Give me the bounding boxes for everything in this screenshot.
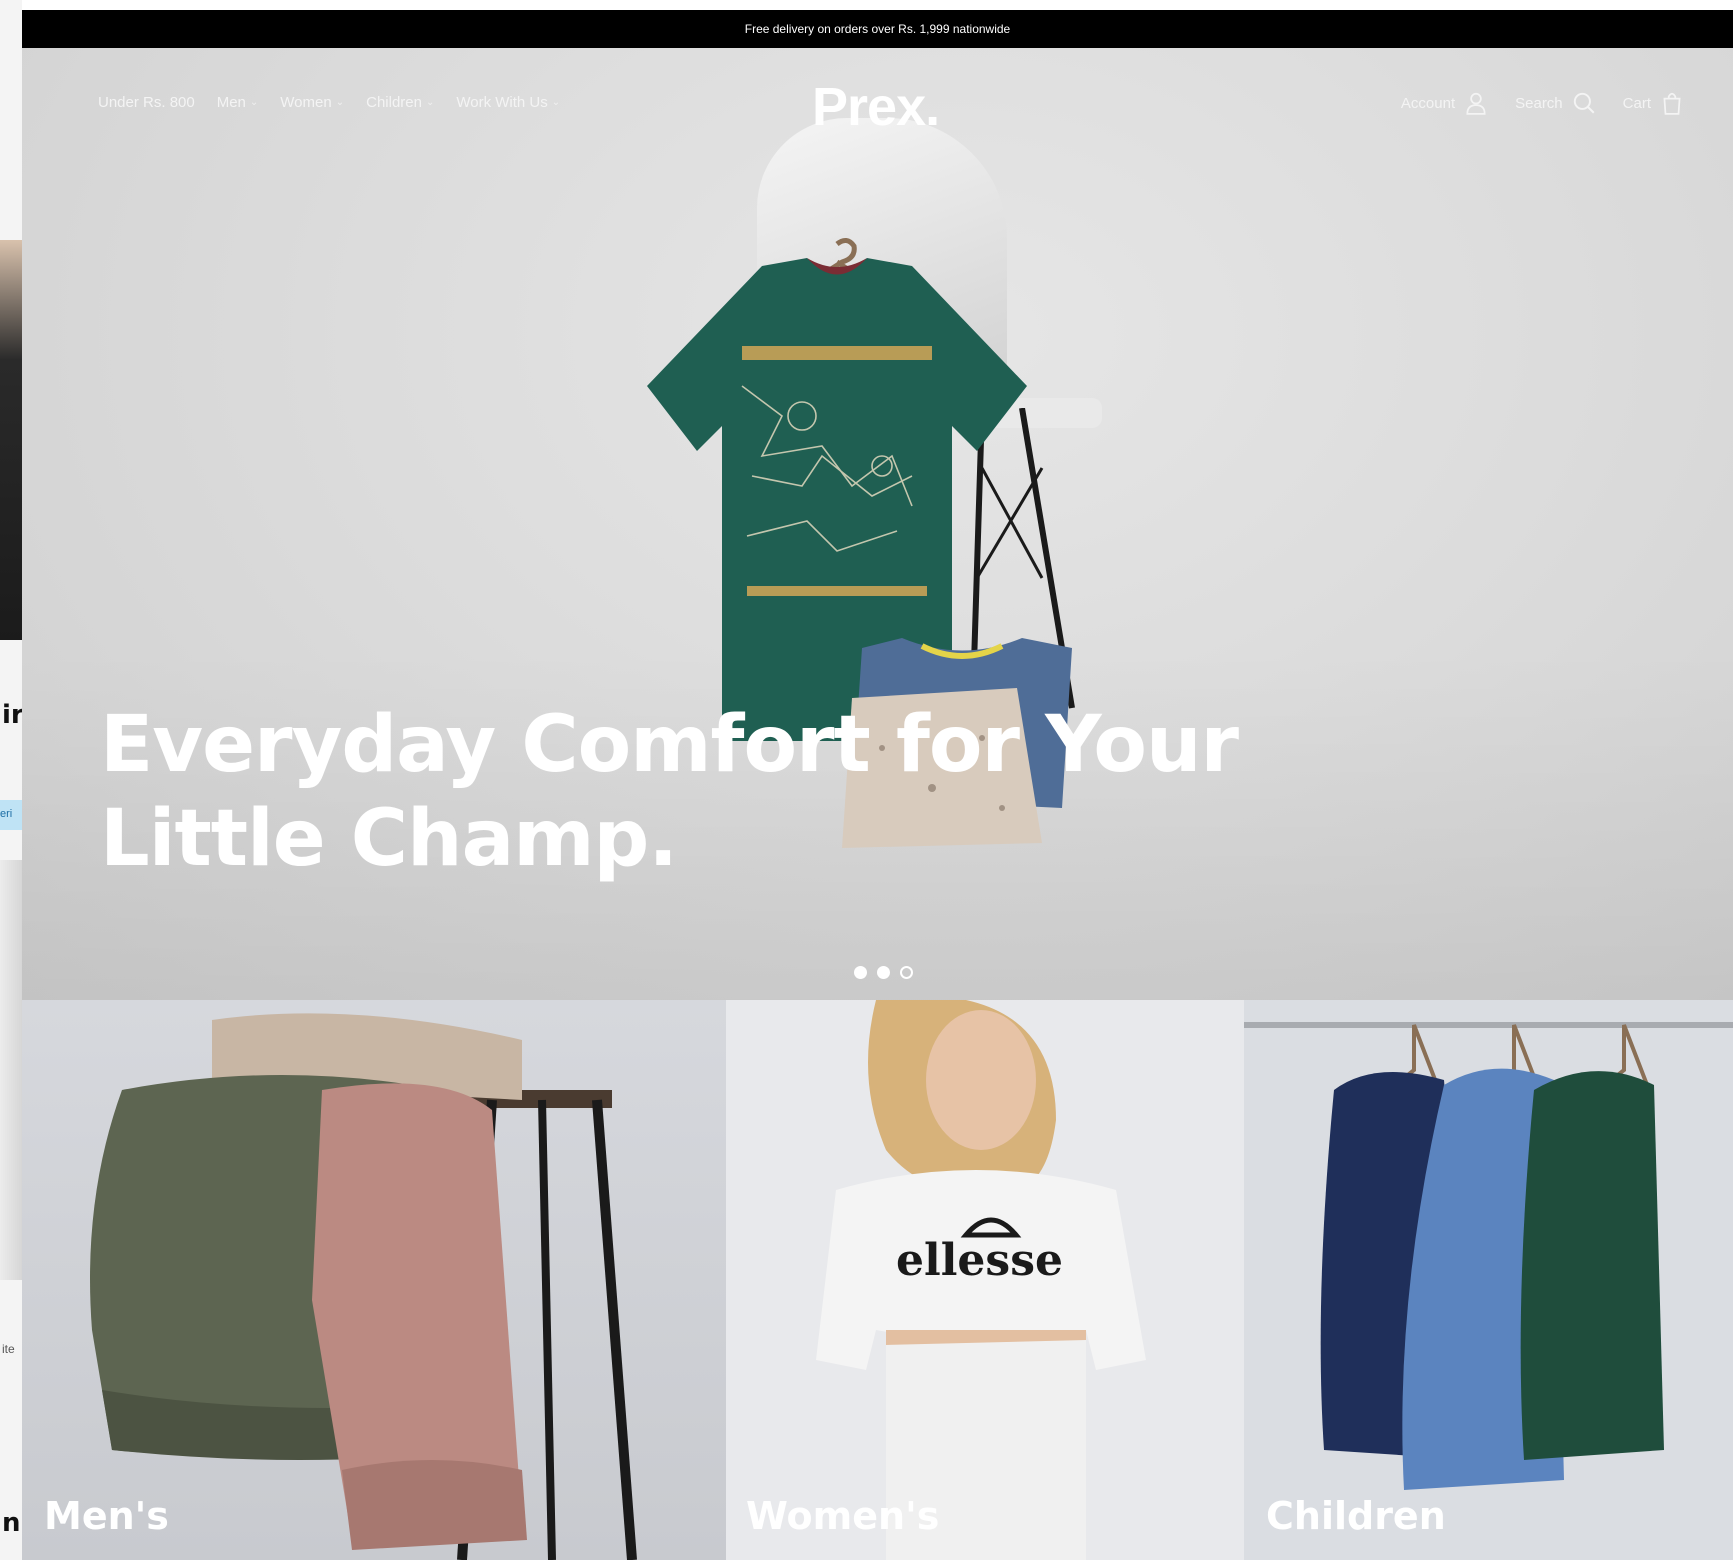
header-utilities: Account Search Cart	[1401, 90, 1685, 116]
nav-label: Under Rs. 800	[98, 94, 195, 111]
user-icon	[1466, 92, 1486, 115]
nav-work-with-us[interactable]: Work With Us ⌄	[456, 94, 560, 111]
announcement-text: Free delivery on orders over Rs. 1,999 n…	[744, 22, 1011, 36]
hero-heading-line-2: Little Champ.	[100, 794, 678, 884]
cart-link[interactable]: Cart	[1623, 90, 1685, 116]
account-label: Account	[1400, 94, 1456, 112]
nav-under-800[interactable]: Under Rs. 800	[98, 94, 195, 111]
adjacent-badge-fragment: eri	[0, 800, 22, 830]
hero-heading-line-1: Everyday Comfort for Your	[100, 700, 1239, 790]
announcement-bar: Free delivery on orders over Rs. 1,999 n…	[22, 10, 1733, 48]
account-link[interactable]: Account	[1401, 90, 1489, 116]
search-link[interactable]: Search	[1515, 90, 1597, 116]
womens-model-image: ellesse	[816, 1000, 1146, 1560]
store-page: Free delivery on orders over Rs. 1,999 n…	[22, 10, 1733, 1560]
category-label-children: Children	[1266, 1494, 1446, 1538]
cart-label: Cart	[1622, 94, 1651, 112]
nav-label: Women	[280, 94, 332, 111]
hero-heading: Everyday Comfort for Your Little Champ.	[100, 698, 1239, 886]
children-hoodies-image	[1244, 1022, 1733, 1490]
nav-label: Men	[216, 94, 246, 111]
search-icon	[1573, 92, 1595, 114]
brand-logo[interactable]: Prex.	[812, 76, 940, 138]
search-label: Search	[1515, 94, 1563, 112]
adjacent-photo	[0, 240, 22, 640]
adjacent-garment-photo	[0, 860, 22, 1280]
nav-women[interactable]: Women ⌄	[280, 94, 344, 111]
adjacent-page-fragment: ir eri ite n	[0, 0, 22, 1560]
nav-label: Work With Us	[456, 94, 548, 111]
chevron-down-icon: ⌄	[335, 97, 345, 108]
ellesse-logo-print: ellesse	[896, 1235, 1063, 1286]
category-tiles: Men's ellesse Women's Children	[22, 1000, 1733, 1560]
main-navigation: Under Rs. 800 Men ⌄ Women ⌄ Children ⌄ Work…	[98, 94, 560, 111]
mens-sweats-image	[90, 1013, 637, 1560]
nav-label: Children	[366, 94, 422, 111]
slideshow-pagination	[854, 966, 913, 979]
hero-slideshow[interactable]: Under Rs. 800 Men ⌄ Women ⌄ Children ⌄ Work…	[22, 48, 1733, 1000]
chevron-down-icon: ⌄	[551, 97, 561, 108]
category-tile-mens[interactable]: Men's	[22, 1000, 726, 1560]
slide-dot-3[interactable]	[900, 966, 913, 979]
category-tile-children[interactable]: Children	[1244, 1000, 1733, 1560]
category-label-mens: Men's	[44, 1494, 169, 1538]
adjacent-heading-fragment: ir	[2, 700, 22, 730]
nav-children[interactable]: Children ⌄	[366, 94, 434, 111]
chevron-down-icon: ⌄	[249, 97, 259, 108]
chevron-down-icon: ⌄	[425, 97, 435, 108]
slide-dot-1[interactable]	[854, 966, 867, 979]
category-label-womens: Women's	[746, 1494, 940, 1538]
category-tile-womens[interactable]: ellesse Women's	[726, 1000, 1244, 1560]
adjacent-text-fragment: ite	[2, 1342, 15, 1356]
adjacent-heading-fragment-2: n	[2, 1508, 21, 1538]
slide-dot-2[interactable]	[877, 966, 890, 979]
shopping-bag-icon	[1663, 92, 1681, 115]
nav-men[interactable]: Men ⌄	[217, 94, 259, 111]
